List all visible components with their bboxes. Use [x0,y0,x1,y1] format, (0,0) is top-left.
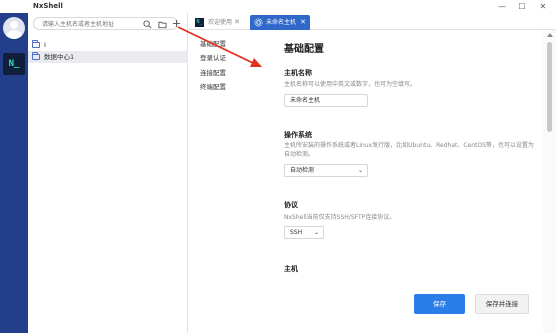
host-name-input[interactable]: 未命名主机 [284,94,368,107]
tab-label: 欢迎使用 [208,19,233,26]
footer: 保存 保存并连接 [263,290,556,333]
folder-icon [32,52,40,60]
save-button[interactable]: 保存 [414,294,465,314]
tree-item-label: 数据中心1 [44,53,75,61]
protocol-select[interactable]: SSH ⌄ [284,226,324,239]
add-host-icon[interactable] [172,19,181,28]
save-and-connect-button[interactable]: 保存并连接 [475,294,529,314]
tab-unnamed-host[interactable]: 未命名主机 ✕ [250,15,310,30]
title-bar: NxShell — ☐ ✕ [0,0,556,13]
host-name-desc: 主机名称可以使用中英文或数字，也可为空填写。 [284,81,417,88]
os-desc: 主机所安装的操作系统或者Linux发行版，比如Ubuntu、Redhat、Cen… [284,142,534,158]
os-title: 操作系统 [284,131,312,139]
side-rail: N_ [0,13,28,333]
protocol-select-value: SSH [290,229,303,236]
folder-open-icon[interactable] [158,20,167,29]
close-button[interactable]: ✕ [536,1,550,12]
search-box [33,17,178,30]
search-icon[interactable] [143,20,152,29]
tab-bar: N_ 欢迎使用 ✕ 未命名主机 ✕ [188,13,556,30]
settings-nav: 基础配置 登录认证 连接配置 终端配置 [188,30,263,333]
terminal-app-icon[interactable]: N_ [3,53,25,75]
chevron-down-icon: ⌄ [313,229,319,236]
folder-icon [32,40,40,48]
scroll-thumb[interactable] [547,42,552,132]
gear-icon [254,18,263,27]
tree-item-root[interactable]: I [28,39,188,51]
tree-item-datacenter[interactable]: 数据中心1 [28,51,188,63]
os-select-value: 自动检测 [290,167,315,174]
tab-close-icon[interactable]: ✕ [300,15,306,30]
terminal-tab-icon: N_ [195,18,204,27]
chevron-down-icon: ⌄ [357,167,363,174]
avatar[interactable] [3,17,25,39]
nav-login-auth[interactable]: 登录认证 [200,52,226,62]
avatar-body-icon [6,30,22,39]
tree-item-label: I [44,41,46,49]
tab-label: 未命名主机 [266,19,297,26]
host-name-title: 主机名称 [284,69,312,77]
nav-terminal-config[interactable]: 终端配置 [200,81,226,91]
settings-content: 基础配置 主机名称 主机名称可以使用中英文或数字，也可为空填写。 未命名主机 操… [263,30,543,333]
maximize-button[interactable]: ☐ [515,1,529,12]
scroll-up-icon[interactable] [547,33,553,37]
app-title: NxShell [33,2,63,10]
tab-welcome[interactable]: N_ 欢迎使用 ✕ [192,15,250,30]
tab-close-icon[interactable]: ✕ [234,15,240,30]
search-input[interactable] [42,19,132,29]
nav-connection-config[interactable]: 连接配置 [200,67,226,77]
avatar-head-icon [10,21,18,29]
page-title: 基础配置 [284,44,324,55]
minimize-button[interactable]: — [495,1,509,12]
protocol-title: 协议 [284,201,298,209]
protocol-desc: NxShell当前仅支持SSH/SFTP连接协议。 [284,214,396,221]
nav-basic-config[interactable]: 基础配置 [200,38,226,48]
os-select[interactable]: 自动检测 ⌄ [284,164,368,177]
host-panel: I 数据中心1 [28,13,188,333]
scrollbar[interactable] [543,30,556,333]
